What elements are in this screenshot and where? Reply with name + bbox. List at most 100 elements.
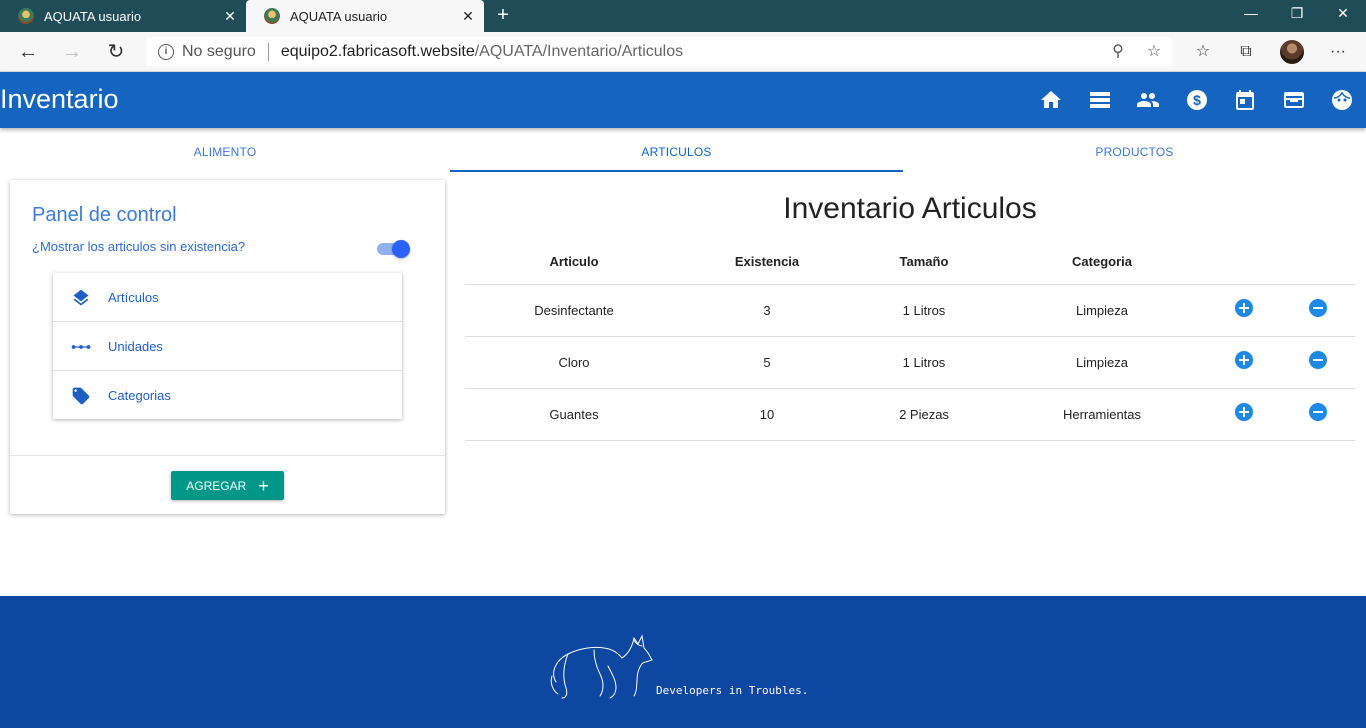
cell-tamano: 2 Piezas	[851, 388, 997, 441]
control-panel: Panel de control ¿Mostrar los articulos …	[10, 180, 445, 514]
browser-tab-1[interactable]: AQUATA usuario ✕	[0, 0, 246, 32]
more-icon[interactable]: ···	[1325, 40, 1351, 64]
page-title: Inventario	[0, 84, 119, 114]
show-empty-toggle[interactable]	[377, 240, 411, 258]
remove-circle-icon[interactable]	[1309, 403, 1327, 422]
favorites-icon[interactable]: ☆	[1190, 40, 1216, 64]
layers-icon	[73, 289, 89, 306]
browser-titlebar: AQUATA usuario ✕ AQUATA usuario ✕ + — ❐ …	[0, 0, 1366, 32]
cell-existencia: 5	[683, 336, 851, 389]
tab-articulos[interactable]: ARTICULOS	[450, 130, 903, 172]
card-icon[interactable]	[1282, 88, 1306, 112]
column-header-categoria: Categoria	[997, 240, 1207, 285]
url-host: equipo2.fabricasoft.website	[280, 43, 475, 60]
add-button-label: AGREGAR	[186, 478, 247, 493]
address-bar: ← → ↻ i No seguro equipo2.fabricasoft.we…	[0, 32, 1366, 72]
cell-articulo: Desinfectante	[465, 284, 683, 337]
table-header-row: Articulo Existencia Tamaño Categoria	[465, 240, 1355, 285]
cell-remove	[1281, 336, 1355, 389]
browser-tab-2[interactable]: AQUATA usuario ✕	[246, 0, 484, 32]
fox-logo	[550, 634, 653, 699]
new-tab-icon[interactable]: +	[492, 4, 514, 26]
people-icon[interactable]	[1136, 88, 1160, 112]
collections-icon[interactable]: ⧉	[1233, 40, 1259, 64]
cell-categoria: Limpieza	[997, 336, 1207, 389]
close-window-button[interactable]: ✕	[1320, 0, 1366, 32]
info-icon[interactable]: i	[158, 44, 174, 60]
cell-articulo: Cloro	[465, 336, 683, 389]
money-icon[interactable]: $	[1185, 88, 1209, 112]
section-tabs: ALIMENTO ARTICULOS PRODUCTOS	[0, 130, 1366, 172]
table-row: Cloro 5 1 Litros Limpieza	[465, 336, 1355, 389]
menu-item-label: Categorias	[108, 388, 171, 403]
remove-circle-icon[interactable]	[1309, 351, 1327, 370]
cell-articulo: Guantes	[465, 388, 683, 441]
app-bar: Inventario $	[0, 72, 1366, 128]
favicon-icon	[264, 8, 280, 24]
face-icon[interactable]	[1330, 88, 1354, 112]
table-row: Guantes 10 2 Piezas Herramientas	[465, 388, 1355, 441]
menu-item-categorias[interactable]: Categorias	[53, 371, 402, 420]
minimize-button[interactable]: —	[1228, 0, 1274, 32]
back-icon[interactable]: ←	[14, 38, 42, 66]
restore-button[interactable]: ❐	[1274, 0, 1320, 32]
favicon-icon	[18, 8, 34, 24]
column-header-blank	[1281, 240, 1355, 285]
column-header-existencia: Existencia	[683, 240, 851, 285]
column-header-tamano: Tamaño	[851, 240, 997, 285]
add-button[interactable]: AGREGAR +	[171, 471, 284, 500]
dots-icon	[71, 345, 91, 349]
cell-tamano: 1 Litros	[851, 284, 997, 337]
svg-text:$: $	[1193, 92, 1201, 108]
home-icon[interactable]	[1039, 88, 1063, 112]
show-empty-label: ¿Mostrar los articulos sin existencia?	[32, 239, 246, 254]
cell-categoria: Limpieza	[997, 284, 1207, 337]
panel-menu: Artículos Unidades Categorias	[53, 273, 402, 419]
column-header-articulo: Articulo	[465, 240, 683, 285]
cell-remove	[1281, 388, 1355, 441]
tab-alimento[interactable]: ALIMENTO	[0, 130, 450, 172]
cell-categoria: Herramientas	[997, 388, 1207, 441]
cell-add	[1207, 336, 1281, 389]
column-header-blank	[1207, 240, 1281, 285]
security-label: No seguro	[182, 43, 256, 60]
toggle-knob	[392, 240, 410, 258]
add-circle-icon[interactable]	[1235, 299, 1253, 318]
tab-label: AQUATA usuario	[290, 8, 388, 24]
favorite-star-icon[interactable]: ☆	[1140, 37, 1168, 67]
footer: Developers in Troubles.	[0, 596, 1366, 728]
forward-icon[interactable]: →	[58, 38, 86, 66]
menu-item-label: Unidades	[108, 339, 163, 354]
tag-icon	[72, 387, 90, 405]
menu-item-label: Artículos	[108, 290, 159, 305]
calendar-icon[interactable]	[1233, 88, 1257, 112]
tab-productos[interactable]: PRODUCTOS	[903, 130, 1366, 172]
avatar[interactable]	[1280, 40, 1304, 64]
zoom-icon[interactable]: ⚲	[1104, 37, 1132, 67]
reload-icon[interactable]: ↻	[102, 38, 130, 66]
close-tab-icon[interactable]: ✕	[220, 8, 240, 25]
panel-divider	[10, 455, 445, 456]
menu-item-unidades[interactable]: Unidades	[53, 322, 402, 371]
close-tab-icon[interactable]: ✕	[458, 8, 478, 25]
cell-tamano: 1 Litros	[851, 336, 997, 389]
inventory-table: Articulo Existencia Tamaño Categoria Des…	[465, 240, 1355, 441]
plus-icon: +	[258, 475, 269, 496]
remove-circle-icon[interactable]	[1309, 299, 1327, 318]
cell-existencia: 3	[683, 284, 851, 337]
cell-remove	[1281, 284, 1355, 337]
divider	[267, 43, 269, 61]
footer-text: Developers in Troubles.	[656, 684, 809, 697]
storage-icon[interactable]	[1088, 88, 1112, 112]
cell-add	[1207, 388, 1281, 441]
url-path: /AQUATA/Inventario/Articulos	[474, 43, 684, 60]
inventory-title: Inventario Articulos	[783, 192, 1037, 225]
url-field[interactable]: i No seguro equipo2.fabricasoft.website …	[146, 37, 1172, 67]
menu-item-articulos[interactable]: Artículos	[53, 273, 402, 322]
cell-add	[1207, 284, 1281, 337]
tab-label: AQUATA usuario	[44, 8, 142, 24]
cell-existencia: 10	[683, 388, 851, 441]
panel-title: Panel de control	[32, 204, 177, 226]
add-circle-icon[interactable]	[1235, 403, 1253, 422]
add-circle-icon[interactable]	[1235, 351, 1253, 370]
